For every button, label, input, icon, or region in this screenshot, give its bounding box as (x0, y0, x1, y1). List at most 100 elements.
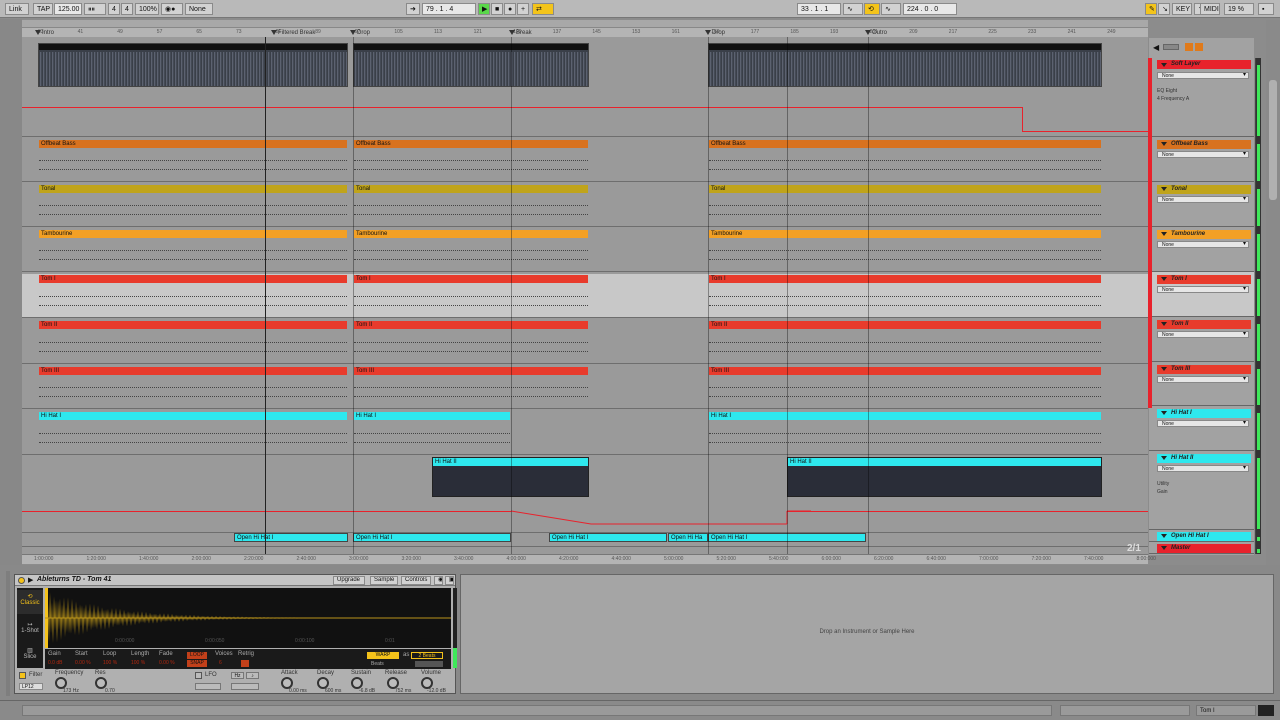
clip-hi-hat-i[interactable]: Hi Hat I (353, 411, 511, 453)
stop-button[interactable]: ■ (491, 3, 503, 15)
fold-icon[interactable] (1161, 411, 1167, 415)
tab-sample[interactable]: Sample (370, 576, 398, 585)
fold-icon[interactable] (1161, 63, 1167, 67)
signature-denominator[interactable]: 4 (121, 3, 133, 15)
lane-hi-hat-i[interactable]: Hi Hat I Hi Hat I Hi Hat I (22, 409, 1148, 455)
track-name[interactable]: Offbeat Bass (1157, 140, 1251, 149)
automation-arm-button[interactable]: ⇄ (532, 3, 554, 15)
locator-marker[interactable] (35, 30, 41, 35)
track-header-offbeat-bass[interactable]: Offbeat Bass None (1149, 137, 1254, 182)
clip-tom-ii[interactable]: Tom II (353, 320, 589, 362)
lfo-sync-button[interactable]: ♪ (246, 672, 259, 679)
clip-open-hi-hat[interactable]: Open Hi Hat I (234, 533, 348, 542)
punch-out-icon[interactable]: ∿ (881, 3, 901, 15)
locator-marker[interactable] (271, 30, 277, 35)
fold-icon[interactable] (1161, 142, 1167, 146)
warp-beats-field[interactable]: 2 Beats (411, 652, 443, 659)
retrig-toggle[interactable] (241, 660, 249, 667)
track-header-tom-iii[interactable]: Tom III None (1149, 362, 1254, 406)
clip-tom-iii[interactable]: Tom III (353, 366, 589, 407)
track-header-master[interactable]: Master (1149, 542, 1254, 554)
automation-line[interactable] (22, 107, 1022, 108)
param-fade-value[interactable]: 0.00 % (159, 660, 175, 666)
track-header-tom-ii[interactable]: Tom II None (1149, 317, 1254, 362)
locator-break[interactable]: Break (516, 30, 532, 36)
vertical-scrollbar[interactable] (1266, 20, 1280, 565)
locator-filtered-break[interactable]: Filtered Break (278, 30, 315, 36)
lane-open-hi-hat-i[interactable]: Open Hi Hat I Open Hi Hat I Open Hi Hat I O… (22, 533, 1148, 547)
arrow-icon[interactable]: ◀ (1153, 43, 1159, 52)
fold-icon[interactable] (1161, 534, 1167, 538)
device-chooser[interactable]: None (1157, 196, 1249, 203)
track-name[interactable]: Soft Layer (1157, 60, 1251, 69)
device-menu-icon[interactable]: ▣ (445, 576, 454, 585)
tab-controls[interactable]: Controls (401, 576, 431, 585)
play-button[interactable]: ▶ (478, 3, 490, 15)
lane-tambourine[interactable]: Tambourine Tambourine Tambourine (22, 227, 1148, 272)
fold-icon[interactable] (1161, 187, 1167, 191)
clip-tom-i[interactable]: Tom I (353, 274, 589, 316)
clip-tom-i[interactable]: Tom I (38, 274, 348, 316)
param-start-value[interactable]: 0.00 % (75, 660, 91, 666)
automation-line[interactable] (22, 511, 511, 512)
back-to-arrangement-button[interactable] (1195, 43, 1203, 51)
clip-tom-ii[interactable]: Tom II (38, 320, 348, 362)
automation-line[interactable] (787, 511, 1148, 512)
overdub-button[interactable]: + (517, 3, 529, 15)
clip-open-hi-hat[interactable]: Open Hi Ha (668, 533, 708, 542)
filter-type-select[interactable]: LP12 (19, 683, 43, 690)
clip-tonal[interactable]: Tonal (38, 184, 348, 225)
clip-tonal[interactable]: Tonal (353, 184, 589, 225)
device-chooser[interactable]: None (1157, 465, 1249, 472)
save-preset-icon[interactable]: ◉ (434, 576, 443, 585)
loop-toggle[interactable]: LOOP (187, 652, 207, 659)
clip-hi-hat-i[interactable]: Hi Hat I (708, 411, 1102, 453)
device-drop-zone[interactable]: Drop an Instrument or Sample Here (460, 574, 1274, 694)
locator-marker[interactable] (509, 30, 515, 35)
filter-toggle[interactable] (19, 672, 26, 679)
locator-marker[interactable] (865, 30, 871, 35)
link-button[interactable]: Link (5, 3, 29, 15)
locator-drop[interactable]: Drop (357, 30, 370, 36)
param-voices-value[interactable]: 6 (219, 660, 222, 666)
track-name[interactable]: Tom II (1157, 320, 1251, 329)
fold-icon[interactable]: ▶ (28, 576, 33, 584)
mode-slice[interactable]: ▥ Slice (17, 644, 43, 666)
automation-line[interactable] (1022, 107, 1023, 131)
lfo-waveform-select[interactable] (195, 683, 221, 690)
track-name[interactable]: Hi Hat II (1157, 454, 1251, 463)
lane-hi-hat-ii[interactable]: Hi Hat II Hi Hat II (22, 455, 1148, 533)
fold-icon[interactable] (1161, 322, 1167, 326)
automation-line[interactable] (1022, 131, 1148, 132)
clip-tom-ii[interactable]: Tom II (708, 320, 1102, 362)
tempo-field[interactable]: 125.00 (54, 3, 82, 15)
device-chooser[interactable]: None (1157, 241, 1249, 248)
track-header-hi-hat-ii[interactable]: Hi Hat II None Utility Gain (1149, 451, 1254, 530)
song-position[interactable]: 79 . 1 . 4 (422, 3, 476, 15)
quantize-select[interactable]: None (185, 3, 213, 15)
draw-mode-icon[interactable]: ✎ (1145, 3, 1157, 15)
track-header-tom-i[interactable]: Tom I None (1149, 272, 1254, 317)
track-name[interactable]: Tom III (1157, 365, 1251, 374)
locator-outro[interactable]: Outro (872, 30, 887, 36)
snap-toggle[interactable]: SNAP (187, 660, 207, 667)
overview-strip[interactable] (22, 20, 1148, 28)
track-header-hi-hat-i[interactable]: Hi Hat I None (1149, 406, 1254, 451)
device-chooser[interactable]: None (1157, 331, 1249, 338)
clip-hi-hat-ii[interactable]: Hi Hat II (787, 457, 1102, 497)
track-header-tambourine[interactable]: Tambourine None (1149, 227, 1254, 272)
clip-tonal[interactable]: Tonal (708, 184, 1102, 225)
clip-tambourine[interactable]: Tambourine (38, 229, 348, 270)
nudge-buttons[interactable]: ⏸⏸ (84, 3, 106, 15)
fold-icon[interactable] (1161, 546, 1167, 550)
clip-tambourine[interactable]: Tambourine (353, 229, 589, 270)
follow-arrow-icon[interactable]: ➜ (406, 3, 420, 15)
lfo-hz-button[interactable]: Hz (231, 672, 244, 679)
fold-icon[interactable] (1161, 456, 1167, 460)
lane-tonal[interactable]: Tonal Tonal Tonal (22, 182, 1148, 227)
locator-marker[interactable] (350, 30, 356, 35)
clip-soft-layer[interactable] (353, 43, 589, 87)
zoom-field[interactable]: 100% (135, 3, 159, 15)
device-chooser[interactable]: None (1157, 151, 1249, 158)
device-chooser[interactable]: None (1157, 72, 1249, 79)
